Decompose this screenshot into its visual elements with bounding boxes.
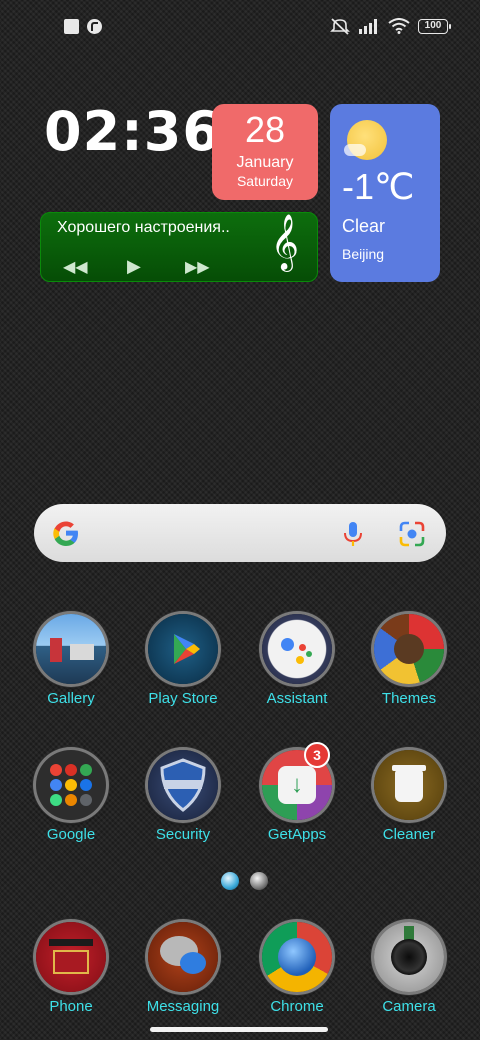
square-icon (64, 19, 79, 34)
app-label: Google (46, 826, 96, 843)
app-label: Camera (382, 998, 436, 1015)
weather-city: Beijing (342, 246, 385, 262)
treble-clef-icon: 𝄞 (270, 216, 299, 269)
app-label: Phone (49, 998, 93, 1015)
mic-icon[interactable] (340, 520, 366, 548)
app-messaging[interactable]: Messaging (128, 922, 238, 1015)
status-bar-left (64, 19, 102, 34)
previous-button[interactable]: ◀◀ (63, 257, 88, 277)
lens-icon[interactable] (398, 520, 426, 548)
wifi-icon (388, 18, 410, 34)
security-icon (148, 750, 218, 820)
app-label: Themes (381, 690, 437, 707)
date-day: 28 (244, 109, 286, 150)
app-chrome[interactable]: Chrome (242, 922, 352, 1015)
signal-icon (359, 19, 377, 34)
cloud-icon (344, 144, 366, 156)
assistant-icon (262, 614, 332, 684)
app-getapps[interactable]: ↓ 3 GetApps (242, 742, 352, 843)
music-title: Хорошего настроения.. (57, 219, 230, 236)
status-bar-right: 100 (330, 17, 451, 35)
page-indicator-active[interactable] (221, 872, 239, 890)
mute-icon (330, 18, 350, 35)
google-folder-icon (36, 750, 106, 820)
app-phone[interactable]: Phone (16, 922, 126, 1015)
clock-widget[interactable]: 02:36 (44, 100, 221, 163)
battery-icon: 100 (418, 18, 451, 34)
google-search-bar[interactable] (34, 504, 446, 562)
app-play-store[interactable]: Play Store (128, 614, 238, 707)
music-widget[interactable]: Хорошего настроения.. ◀◀ ▶ ▶▶ 𝄞 (40, 212, 318, 282)
app-label: Security (155, 826, 211, 843)
app-label: Assistant (266, 690, 328, 707)
app-camera[interactable]: Camera (354, 922, 464, 1015)
app-label: Play Store (148, 690, 218, 707)
date-month: January (236, 154, 294, 171)
app-label: Cleaner (382, 826, 436, 843)
app-assistant[interactable]: Assistant (242, 614, 352, 707)
app-label: GetApps (267, 826, 327, 843)
weather-widget[interactable]: -1℃ Clear Beijing (330, 104, 440, 282)
google-g-icon (53, 521, 78, 546)
home-gesture-bar[interactable] (150, 1027, 328, 1032)
weather-condition: Clear (342, 216, 386, 236)
play-button[interactable]: ▶ (127, 256, 141, 277)
weather-temperature: -1℃ (342, 166, 415, 207)
notification-app-icon (87, 19, 102, 34)
app-label: Messaging (146, 998, 220, 1015)
app-label: Chrome (270, 998, 324, 1015)
cleaner-icon (374, 750, 444, 820)
phone-icon (36, 922, 106, 992)
app-cleaner[interactable]: Cleaner (354, 750, 464, 843)
date-weekday: Saturday (236, 173, 294, 189)
date-widget[interactable]: 28 January Saturday (212, 104, 318, 200)
notification-badge: 3 (304, 742, 330, 768)
app-themes[interactable]: Themes (354, 614, 464, 707)
app-security[interactable]: Security (128, 750, 238, 843)
play-store-icon (148, 614, 218, 684)
camera-icon (374, 922, 444, 992)
app-google-folder[interactable]: Google (16, 750, 126, 843)
page-indicator-inactive[interactable] (250, 872, 268, 890)
themes-icon (374, 614, 444, 684)
next-button[interactable]: ▶▶ (185, 257, 210, 277)
chrome-icon (262, 922, 332, 992)
gallery-icon (36, 614, 106, 684)
messaging-icon (148, 922, 218, 992)
app-label: Gallery (47, 690, 95, 707)
app-gallery[interactable]: Gallery (16, 614, 126, 707)
